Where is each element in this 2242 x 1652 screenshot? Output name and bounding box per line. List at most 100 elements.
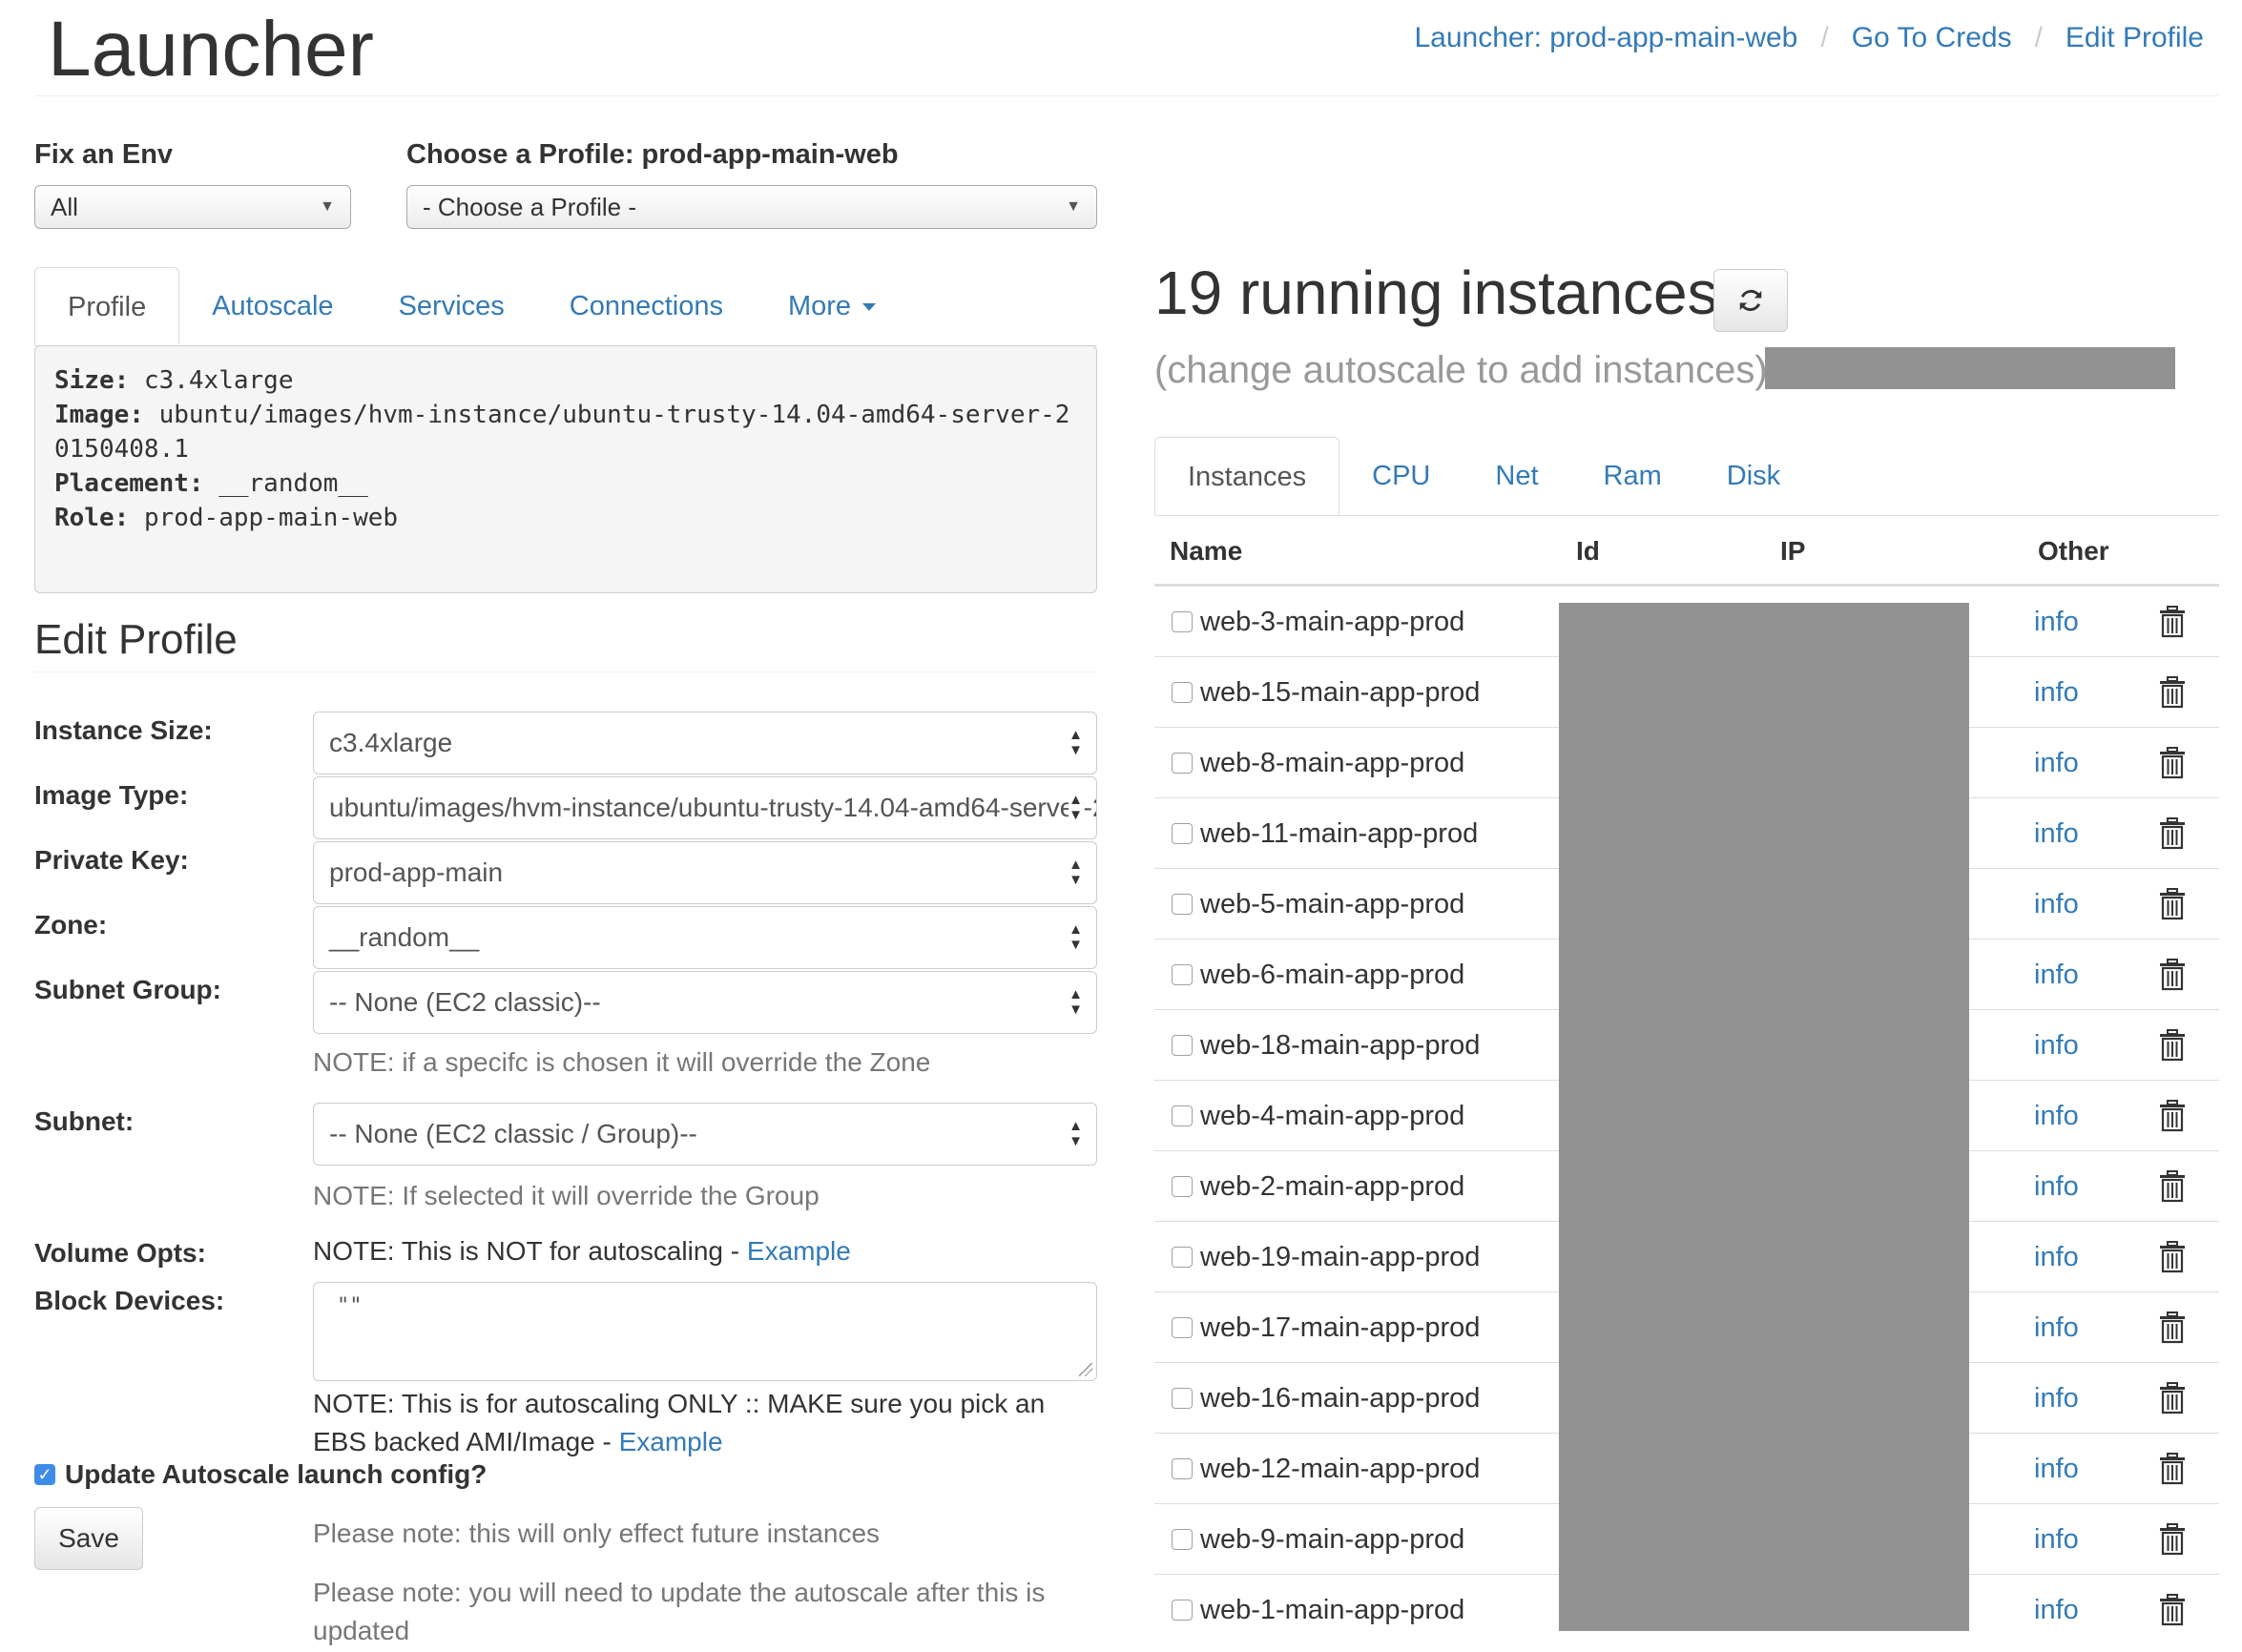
tab-services[interactable]: Services [366, 267, 537, 345]
breadcrumb-edit-profile[interactable]: Edit Profile [2066, 19, 2204, 57]
trash-icon[interactable] [2158, 1382, 2187, 1415]
trash-icon[interactable] [2158, 1100, 2187, 1132]
chevron-down-icon: ▼ [320, 198, 335, 215]
volume-opts-note: NOTE: This is NOT for autoscaling - Exam… [313, 1236, 851, 1267]
private-key-select[interactable]: prod-app-main ▲ ▼ [313, 841, 1097, 904]
image-value: ubuntu/images/hvm-instance/ubuntu-trusty… [54, 401, 1070, 464]
info-link[interactable]: info [2034, 940, 2079, 1010]
instance-name: web-18-main-app-prod [1200, 1030, 1481, 1061]
row-checkbox[interactable] [1172, 1105, 1193, 1126]
note-update-line-1: Please note: you will need to update the… [313, 1578, 1046, 1607]
info-link[interactable]: info [2034, 798, 2079, 869]
row-checkbox[interactable] [1172, 1176, 1193, 1197]
trash-icon[interactable] [2158, 1241, 2187, 1273]
subnet-select[interactable]: -- None (EC2 classic / Group)-- ▲ ▼ [313, 1103, 1097, 1166]
info-link[interactable]: info [2034, 1575, 2079, 1645]
zone-select[interactable]: __random__ ▲ ▼ [313, 906, 1097, 969]
info-link[interactable]: info [2034, 728, 2079, 798]
column-header-id: Id [1576, 536, 1600, 566]
tab-more[interactable]: More [756, 267, 908, 345]
tab-more-label: More [787, 291, 852, 321]
instances-subtitle: (change autoscale to add instances) [1154, 349, 1768, 391]
refresh-button[interactable] [1713, 269, 1788, 332]
row-checkbox[interactable] [1172, 823, 1193, 844]
save-button[interactable]: Save [34, 1507, 143, 1570]
info-link[interactable]: info [2034, 1292, 2079, 1363]
block-devices-textarea[interactable]: "" [313, 1282, 1097, 1381]
tab-instances[interactable]: Instances [1154, 437, 1340, 515]
autoscale-checkbox-row[interactable]: ✓ Update Autoscale launch config? [34, 1459, 487, 1490]
instance-name: web-15-main-app-prod [1200, 677, 1481, 708]
info-link[interactable]: info [2034, 1151, 2079, 1222]
env-select[interactable]: All ▼ [34, 185, 351, 229]
private-key-label: Private Key: [34, 845, 189, 875]
breadcrumb-launcher[interactable]: Launcher: prod-app-main-web [1414, 19, 1797, 57]
profile-summary: Size: c3.4xlarge Image: ubuntu/images/hv… [34, 345, 1097, 593]
trash-icon[interactable] [2158, 1029, 2187, 1062]
trash-icon[interactable] [2158, 1523, 2187, 1556]
row-checkbox[interactable] [1172, 964, 1193, 985]
autoscale-checkbox[interactable]: ✓ [34, 1464, 55, 1485]
info-link[interactable]: info [2034, 869, 2079, 940]
trash-icon[interactable] [2158, 747, 2187, 779]
env-select-value: All [51, 193, 78, 221]
volume-opts-example-link[interactable]: Example [747, 1236, 851, 1266]
updown-arrows-icon: ▲ ▼ [1069, 857, 1083, 888]
column-header-ip: IP [1780, 536, 1806, 566]
subnet-group-value: -- None (EC2 classic)-- [329, 987, 601, 1017]
placement-label: Placement: [54, 469, 204, 498]
row-checkbox[interactable] [1172, 894, 1193, 915]
tab-connections[interactable]: Connections [537, 267, 756, 345]
resize-handle-icon[interactable] [1079, 1363, 1092, 1376]
breadcrumb-separator: / [2034, 22, 2043, 53]
info-link[interactable]: info [2034, 1010, 2079, 1081]
row-checkbox[interactable] [1172, 1458, 1193, 1479]
tab-net[interactable]: Net [1463, 437, 1570, 515]
trash-icon[interactable] [2158, 676, 2187, 709]
info-link[interactable]: info [2034, 1434, 2079, 1504]
updown-arrows-icon: ▲ ▼ [1069, 921, 1083, 953]
row-checkbox[interactable] [1172, 1600, 1193, 1621]
row-checkbox[interactable] [1172, 1035, 1193, 1056]
profile-select[interactable]: - Choose a Profile - ▼ [406, 185, 1097, 229]
instance-name: web-17-main-app-prod [1200, 1312, 1481, 1343]
image-type-select[interactable]: ubuntu/images/hvm-instance/ubuntu-trusty… [313, 776, 1097, 839]
chevron-down-icon: ▼ [1066, 198, 1081, 215]
tab-ram[interactable]: Ram [1571, 437, 1694, 515]
breadcrumb-go-to-creds[interactable]: Go To Creds [1852, 19, 2012, 57]
row-checkbox[interactable] [1172, 682, 1193, 703]
info-link[interactable]: info [2034, 1363, 2079, 1434]
autoscale-checkbox-label: Update Autoscale launch config? [65, 1459, 488, 1489]
trash-icon[interactable] [2158, 606, 2187, 638]
trash-icon[interactable] [2158, 1594, 2187, 1626]
instance-name: web-19-main-app-prod [1200, 1242, 1481, 1272]
tab-profile[interactable]: Profile [34, 267, 180, 345]
tab-disk[interactable]: Disk [1694, 437, 1813, 515]
trash-icon[interactable] [2158, 1170, 2187, 1203]
row-checkbox[interactable] [1172, 753, 1193, 774]
info-link[interactable]: info [2034, 657, 2079, 728]
block-devices-example-link[interactable]: Example [619, 1427, 723, 1456]
page-title: Launcher [48, 6, 374, 93]
info-link[interactable]: info [2034, 587, 2079, 657]
block-devices-label: Block Devices: [34, 1286, 225, 1315]
row-checkbox[interactable] [1172, 1317, 1193, 1338]
row-checkbox[interactable] [1172, 1529, 1193, 1550]
instance-size-select[interactable]: c3.4xlarge ▲ ▼ [313, 712, 1097, 774]
trash-icon[interactable] [2158, 888, 2187, 920]
tab-cpu[interactable]: CPU [1339, 437, 1463, 515]
instances-tabs: Instances CPU Net Ram Disk [1154, 437, 2219, 516]
tab-autoscale[interactable]: Autoscale [179, 267, 365, 345]
info-link[interactable]: info [2034, 1222, 2079, 1292]
info-link[interactable]: info [2034, 1504, 2079, 1575]
trash-icon[interactable] [2158, 1311, 2187, 1344]
trash-icon[interactable] [2158, 959, 2187, 991]
row-checkbox[interactable] [1172, 1388, 1193, 1409]
header-divider [34, 95, 2219, 96]
row-checkbox[interactable] [1172, 1247, 1193, 1268]
trash-icon[interactable] [2158, 1453, 2187, 1485]
info-link[interactable]: info [2034, 1081, 2079, 1151]
subnet-group-select[interactable]: -- None (EC2 classic)-- ▲ ▼ [313, 971, 1097, 1034]
trash-icon[interactable] [2158, 817, 2187, 850]
row-checkbox[interactable] [1172, 611, 1193, 632]
